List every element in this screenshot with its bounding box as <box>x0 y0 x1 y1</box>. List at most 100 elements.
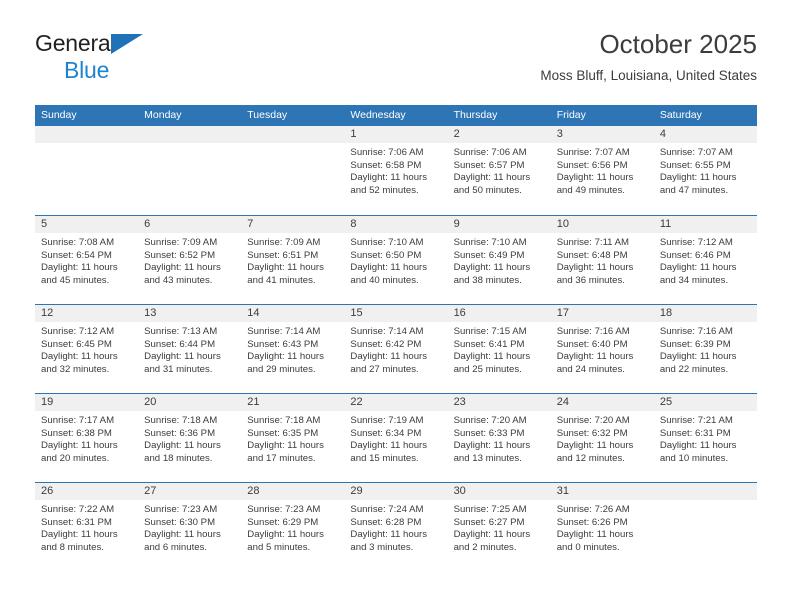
day-number: 26 <box>35 483 139 500</box>
day-cell-6[interactable]: 6 Sunrise: 7:09 AM Sunset: 6:52 PM Daylight… <box>138 216 242 304</box>
day-cell-3[interactable]: 3 Sunrise: 7:07 AM Sunset: 6:56 PM Daylight… <box>550 126 654 215</box>
day-details: Sunrise: 7:19 AM Sunset: 6:34 PM Daylight:… <box>344 411 447 465</box>
day-cell-16[interactable]: 16 Sunrise: 7:15 AM Sunset: 6:41 PM Dayligh… <box>447 305 551 393</box>
day-number: 12 <box>35 305 139 322</box>
sunrise-text: Sunrise: 7:08 AM <box>41 237 115 248</box>
sunrise-text: Sunrise: 7:19 AM <box>350 415 424 426</box>
page-subtitle: Moss Bluff, Louisiana, United States <box>540 68 757 83</box>
day-details: Sunrise: 7:11 AM Sunset: 6:48 PM Daylight:… <box>551 233 654 287</box>
calendar-page: General Blue October 2025 Moss Bluff, Lo… <box>0 0 792 612</box>
day-number: 28 <box>241 483 345 500</box>
daylight-text: Daylight: 11 hours and 15 minutes. <box>350 440 428 464</box>
daylight-text: Daylight: 11 hours and 45 minutes. <box>41 262 118 286</box>
day-cell-4[interactable]: 4 Sunrise: 7:07 AM Sunset: 6:55 PM Daylight… <box>653 126 757 215</box>
day-cell-8[interactable]: 8 Sunrise: 7:10 AM Sunset: 6:50 PM Daylight… <box>344 216 448 304</box>
day-details: Sunrise: 7:06 AM Sunset: 6:57 PM Daylight:… <box>448 143 551 197</box>
day-cell-10[interactable]: 10 Sunrise: 7:11 AM Sunset: 6:48 PM Dayligh… <box>550 216 654 304</box>
day-number <box>35 126 139 143</box>
daylight-text: Daylight: 11 hours and 41 minutes. <box>247 262 324 286</box>
weekday-header-saturday: Saturday <box>659 109 702 121</box>
calendar-week-row: 26 Sunrise: 7:22 AM Sunset: 6:31 PM Dayligh… <box>35 482 757 571</box>
day-number: 30 <box>447 483 551 500</box>
daylight-text: Daylight: 11 hours and 20 minutes. <box>41 440 118 464</box>
day-details: Sunrise: 7:13 AM Sunset: 6:44 PM Daylight:… <box>138 322 241 376</box>
day-cell-7[interactable]: 7 Sunrise: 7:09 AM Sunset: 6:51 PM Daylight… <box>241 216 345 304</box>
day-cell-12[interactable]: 12 Sunrise: 7:12 AM Sunset: 6:45 PM Dayligh… <box>35 305 139 393</box>
day-cell-17[interactable]: 17 Sunrise: 7:16 AM Sunset: 6:40 PM Dayligh… <box>550 305 654 393</box>
day-details: Sunrise: 7:15 AM Sunset: 6:41 PM Daylight:… <box>448 322 551 376</box>
day-cell-19[interactable]: 19 Sunrise: 7:17 AM Sunset: 6:38 PM Dayligh… <box>35 394 139 482</box>
generalblue-logo[interactable]: General Blue <box>35 30 265 92</box>
day-cell-29[interactable]: 29 Sunrise: 7:24 AM Sunset: 6:28 PM Dayligh… <box>344 483 448 571</box>
day-cell-22[interactable]: 22 Sunrise: 7:19 AM Sunset: 6:34 PM Dayligh… <box>344 394 448 482</box>
day-number: 16 <box>447 305 551 322</box>
day-number <box>138 126 242 143</box>
day-cell-20[interactable]: 20 Sunrise: 7:18 AM Sunset: 6:36 PM Dayligh… <box>138 394 242 482</box>
sunset-text: Sunset: 6:57 PM <box>453 159 525 171</box>
sunrise-text: Sunrise: 7:21 AM <box>659 415 733 426</box>
day-number: 27 <box>138 483 242 500</box>
day-number: 20 <box>138 394 242 411</box>
daylight-text: Daylight: 11 hours and 5 minutes. <box>247 529 324 553</box>
day-cell-24[interactable]: 24 Sunrise: 7:20 AM Sunset: 6:32 PM Dayligh… <box>550 394 654 482</box>
daylight-text: Daylight: 11 hours and 34 minutes. <box>659 262 737 286</box>
calendar-weeks: 1 Sunrise: 7:06 AM Sunset: 6:58 PM Daylight… <box>35 126 757 571</box>
day-number: 7 <box>241 216 345 233</box>
day-cell-13[interactable]: 13 Sunrise: 7:13 AM Sunset: 6:44 PM Dayligh… <box>138 305 242 393</box>
page-title: October 2025 <box>599 29 757 59</box>
title-block: October 2025 Moss Bluff, Louisiana, Unit… <box>540 28 757 86</box>
day-details: Sunrise: 7:06 AM Sunset: 6:58 PM Daylight:… <box>344 143 447 197</box>
weekday-header-row: Sunday Monday Tuesday Wednesday Thursday Frid… <box>35 105 757 126</box>
day-cell-28[interactable]: 28 Sunrise: 7:23 AM Sunset: 6:29 PM Dayligh… <box>241 483 345 571</box>
sunrise-text: Sunrise: 7:10 AM <box>350 237 424 248</box>
day-cell-15[interactable]: 15 Sunrise: 7:14 AM Sunset: 6:42 PM Dayligh… <box>344 305 448 393</box>
logo-top-row: General <box>35 30 265 56</box>
day-details: Sunrise: 7:14 AM Sunset: 6:42 PM Daylight:… <box>344 322 447 376</box>
calendar-week-row: 19 Sunrise: 7:17 AM Sunset: 6:38 PM Dayligh… <box>35 393 757 482</box>
day-details: Sunrise: 7:08 AM Sunset: 6:54 PM Daylight:… <box>35 233 138 287</box>
logo-text-blue: Blue <box>64 57 110 83</box>
day-number: 6 <box>138 216 242 233</box>
day-cell-11[interactable]: 11 Sunrise: 7:12 AM Sunset: 6:46 PM Dayligh… <box>653 216 757 304</box>
sunrise-text: Sunrise: 7:09 AM <box>247 237 321 248</box>
day-cell-31[interactable]: 31 Sunrise: 7:26 AM Sunset: 6:26 PM Dayligh… <box>550 483 654 571</box>
logo-text-general: General <box>35 30 116 56</box>
daylight-text: Daylight: 11 hours and 13 minutes. <box>453 440 531 464</box>
day-cell-14[interactable]: 14 Sunrise: 7:14 AM Sunset: 6:43 PM Dayligh… <box>241 305 345 393</box>
weekday-header-tuesday: Tuesday <box>247 109 288 121</box>
daylight-text: Daylight: 11 hours and 38 minutes. <box>453 262 531 286</box>
day-cell-9[interactable]: 9 Sunrise: 7:10 AM Sunset: 6:49 PM Daylight… <box>447 216 551 304</box>
weekday-header-sunday: Sunday <box>41 109 77 121</box>
sunrise-text: Sunrise: 7:16 AM <box>556 326 630 337</box>
day-number: 21 <box>241 394 345 411</box>
day-cell-5[interactable]: 5 Sunrise: 7:08 AM Sunset: 6:54 PM Daylight… <box>35 216 139 304</box>
daylight-text: Daylight: 11 hours and 50 minutes. <box>453 172 531 196</box>
day-details: Sunrise: 7:22 AM Sunset: 6:31 PM Daylight:… <box>35 500 138 554</box>
day-cell-30[interactable]: 30 Sunrise: 7:25 AM Sunset: 6:27 PM Dayligh… <box>447 483 551 571</box>
daylight-text: Daylight: 11 hours and 3 minutes. <box>350 529 428 553</box>
daylight-text: Daylight: 11 hours and 49 minutes. <box>556 172 634 196</box>
day-details: Sunrise: 7:14 AM Sunset: 6:43 PM Daylight:… <box>241 322 344 376</box>
sunset-text: Sunset: 6:27 PM <box>453 516 525 528</box>
sunset-text: Sunset: 6:55 PM <box>659 159 731 171</box>
day-cell-1[interactable]: 1 Sunrise: 7:06 AM Sunset: 6:58 PM Daylight… <box>344 126 448 215</box>
day-cell-21[interactable]: 21 Sunrise: 7:18 AM Sunset: 6:35 PM Dayligh… <box>241 394 345 482</box>
day-cell-26[interactable]: 26 Sunrise: 7:22 AM Sunset: 6:31 PM Dayligh… <box>35 483 139 571</box>
day-cell-27[interactable]: 27 Sunrise: 7:23 AM Sunset: 6:30 PM Dayligh… <box>138 483 242 571</box>
daylight-text: Daylight: 11 hours and 2 minutes. <box>453 529 531 553</box>
day-details: Sunrise: 7:16 AM Sunset: 6:40 PM Daylight:… <box>551 322 654 376</box>
daylight-text: Daylight: 11 hours and 25 minutes. <box>453 351 531 375</box>
sunrise-text: Sunrise: 7:18 AM <box>144 415 218 426</box>
day-number: 11 <box>653 216 757 233</box>
sunset-text: Sunset: 6:50 PM <box>350 249 422 261</box>
day-cell-2[interactable]: 2 Sunrise: 7:06 AM Sunset: 6:57 PM Daylight… <box>447 126 551 215</box>
sunset-text: Sunset: 6:36 PM <box>144 427 216 439</box>
day-details: Sunrise: 7:17 AM Sunset: 6:38 PM Daylight:… <box>35 411 138 465</box>
day-details: Sunrise: 7:23 AM Sunset: 6:30 PM Daylight:… <box>138 500 241 554</box>
sunset-text: Sunset: 6:40 PM <box>556 338 628 350</box>
day-cell-25[interactable]: 25 Sunrise: 7:21 AM Sunset: 6:31 PM Dayligh… <box>653 394 757 482</box>
daylight-text: Daylight: 11 hours and 43 minutes. <box>144 262 221 286</box>
day-cell-18[interactable]: 18 Sunrise: 7:16 AM Sunset: 6:39 PM Dayligh… <box>653 305 757 393</box>
day-cell-23[interactable]: 23 Sunrise: 7:20 AM Sunset: 6:33 PM Dayligh… <box>447 394 551 482</box>
day-details: Sunrise: 7:09 AM Sunset: 6:52 PM Daylight:… <box>138 233 241 287</box>
